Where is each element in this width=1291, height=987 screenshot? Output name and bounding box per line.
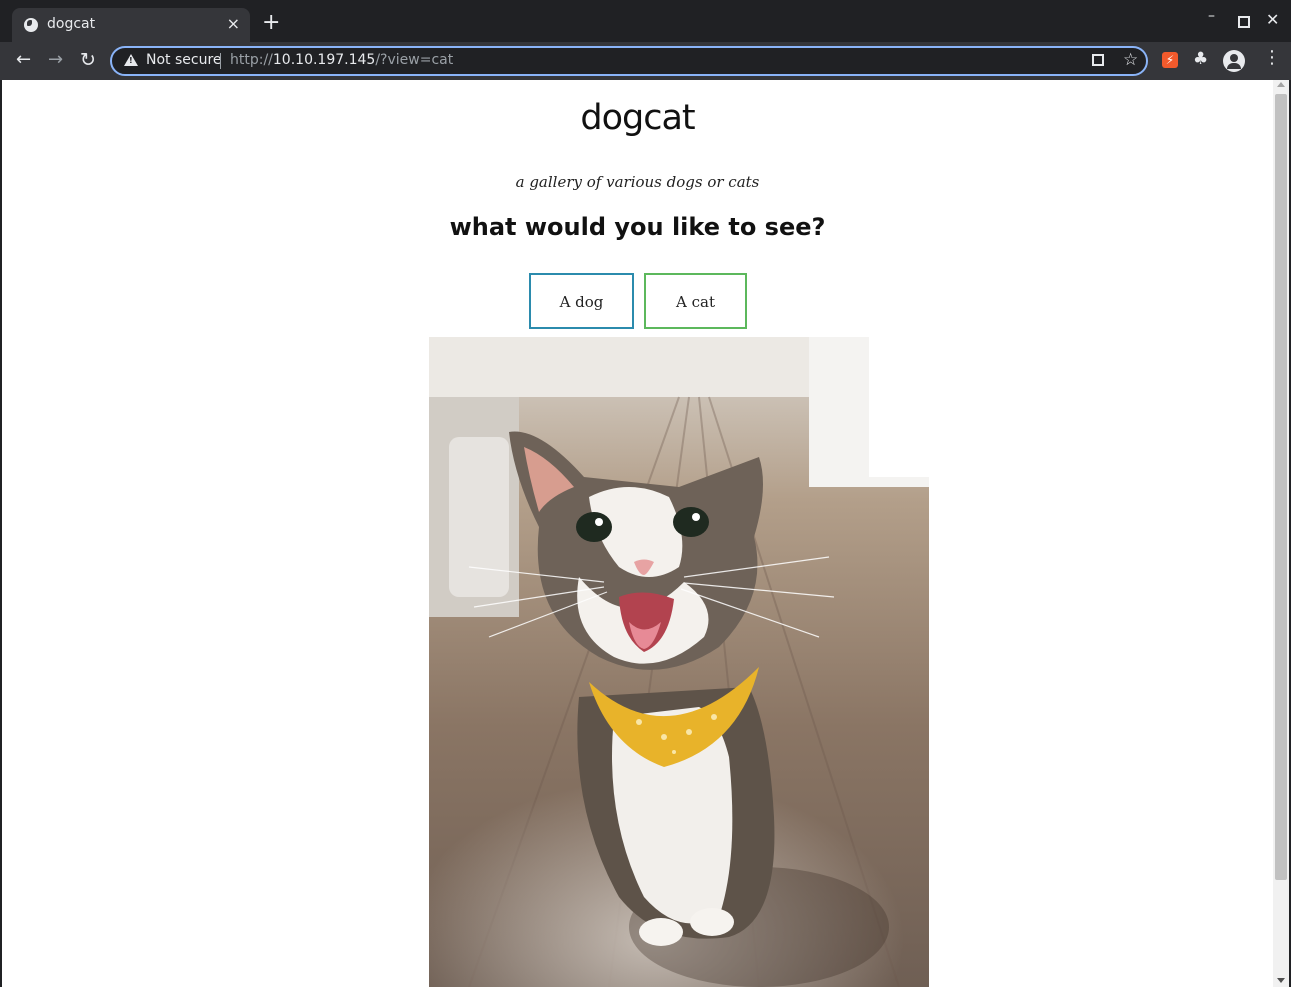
browser-toolbar: ← → ↻ Not secure http://10.10.197.145/?v… bbox=[0, 42, 1291, 80]
close-tab-icon[interactable]: × bbox=[227, 14, 240, 33]
qr-code-icon[interactable] bbox=[1092, 54, 1104, 66]
extension-icon[interactable]: ⚡ bbox=[1162, 52, 1178, 68]
url-host: 10.10.197.145 bbox=[272, 52, 376, 68]
scroll-up-arrow-icon[interactable] bbox=[1277, 82, 1285, 87]
star-icon[interactable]: ☆ bbox=[1123, 50, 1138, 70]
tab-title: dogcat bbox=[47, 16, 96, 32]
window-close-button[interactable]: ✕ bbox=[1266, 10, 1279, 29]
omnibox-divider bbox=[220, 53, 221, 69]
new-tab-button[interactable]: + bbox=[262, 12, 280, 34]
tab-strip: dogcat × + – ✕ bbox=[0, 0, 1291, 42]
globe-icon bbox=[24, 18, 38, 32]
page-viewport: dogcat a gallery of various dogs or cats… bbox=[2, 80, 1273, 987]
dog-button[interactable]: A dog bbox=[529, 273, 634, 329]
forward-icon[interactable]: → bbox=[48, 50, 63, 70]
url-scheme: http:// bbox=[230, 52, 273, 68]
reload-icon[interactable]: ↻ bbox=[80, 50, 96, 70]
scroll-down-arrow-icon[interactable] bbox=[1277, 978, 1285, 983]
prompt-heading: what would you like to see? bbox=[449, 213, 826, 241]
url-path: /?view=cat bbox=[375, 52, 454, 68]
address-bar[interactable]: Not secure http://10.10.197.145/?view=ca… bbox=[110, 46, 1148, 76]
cat-button[interactable]: A cat bbox=[644, 273, 747, 329]
url-text[interactable]: http://10.10.197.145/?view=cat bbox=[230, 52, 453, 68]
maximize-button[interactable] bbox=[1238, 16, 1250, 28]
cat-photo bbox=[429, 337, 929, 987]
kebab-menu-icon[interactable]: ⋮ bbox=[1263, 49, 1281, 67]
page-title: dogcat bbox=[580, 98, 695, 138]
back-icon[interactable]: ← bbox=[16, 50, 31, 70]
page-subtitle: a gallery of various dogs or cats bbox=[515, 173, 760, 191]
page-scrollbar[interactable] bbox=[1273, 80, 1289, 987]
warning-icon[interactable] bbox=[124, 54, 138, 66]
minimize-button[interactable]: – bbox=[1208, 8, 1215, 24]
profile-icon[interactable] bbox=[1223, 50, 1245, 72]
scroll-thumb[interactable] bbox=[1275, 94, 1287, 880]
puzzle-icon[interactable]: ♣ bbox=[1193, 49, 1208, 69]
security-label[interactable]: Not secure bbox=[146, 52, 222, 68]
browser-tab[interactable]: dogcat × bbox=[12, 8, 250, 42]
